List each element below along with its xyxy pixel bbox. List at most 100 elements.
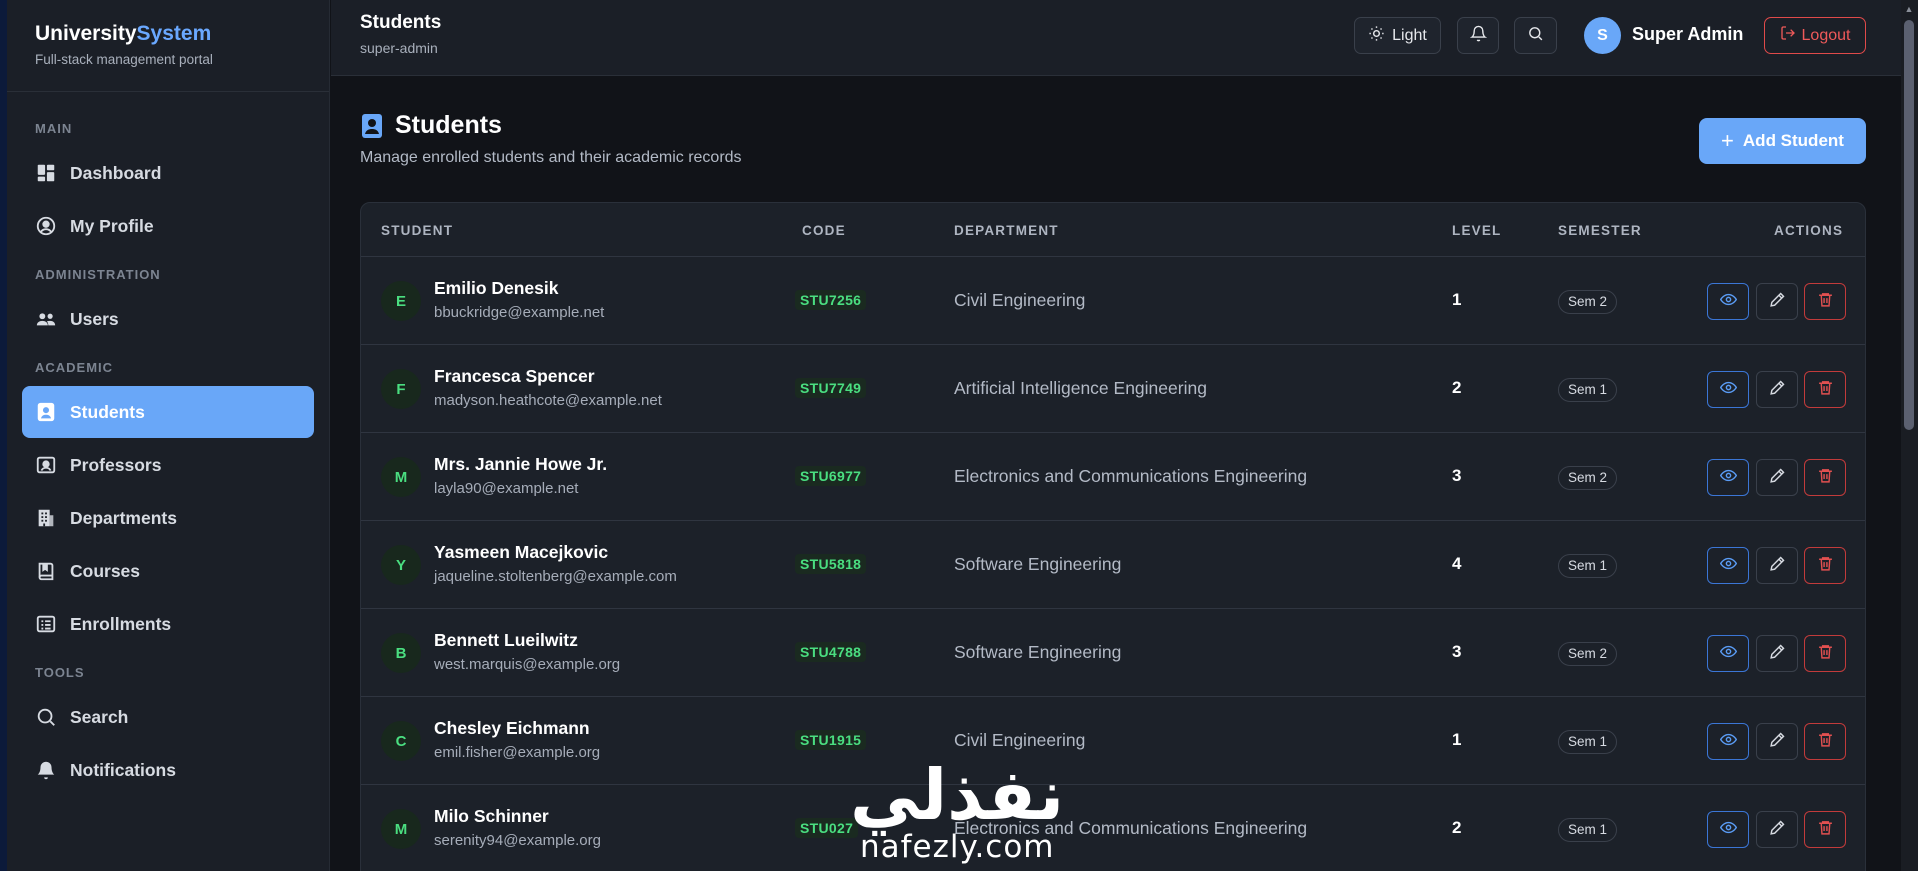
column-header-student[interactable]: STUDENT (381, 223, 453, 238)
pencil-icon (1769, 291, 1786, 313)
edit-button[interactable] (1756, 371, 1798, 408)
student-initial-avatar: E (381, 281, 421, 321)
brand: UniversitySystem Full-stack management p… (7, 0, 329, 92)
trash-icon (1817, 379, 1834, 401)
sidebar-item-courses[interactable]: Courses (22, 545, 314, 597)
pencil-icon (1769, 467, 1786, 489)
pencil-icon (1769, 379, 1786, 401)
student-department: Artificial Intelligence Engineering (954, 378, 1207, 398)
logout-button[interactable]: Logout (1764, 17, 1866, 54)
delete-button[interactable] (1804, 459, 1846, 496)
edit-button[interactable] (1756, 459, 1798, 496)
edit-button[interactable] (1756, 811, 1798, 848)
edit-button[interactable] (1756, 547, 1798, 584)
student-email: madyson.heathcote@example.net (434, 392, 662, 409)
theme-toggle-label: Light (1392, 26, 1427, 44)
sidebar-item-professors[interactable]: Professors (22, 439, 314, 491)
sidebar-item-users[interactable]: Users (22, 293, 314, 345)
sidebar-item-label: Dashboard (70, 162, 162, 183)
dashboard-icon (35, 162, 57, 184)
student-code-badge: STU027 (795, 818, 859, 838)
delete-button[interactable] (1804, 635, 1846, 672)
edit-button[interactable] (1756, 635, 1798, 672)
search-icon (1527, 25, 1544, 47)
sidebar-item-dashboard[interactable]: Dashboard (22, 147, 314, 199)
edit-button[interactable] (1756, 283, 1798, 320)
eye-icon (1719, 819, 1737, 841)
page-title: Students (395, 111, 502, 139)
view-button[interactable] (1707, 371, 1749, 408)
student-email: west.marquis@example.org (434, 656, 621, 673)
sidebar: UniversitySystem Full-stack management p… (7, 0, 330, 871)
delete-button[interactable] (1804, 811, 1846, 848)
delete-button[interactable] (1804, 547, 1846, 584)
add-student-button[interactable]: + Add Student (1699, 118, 1866, 164)
column-header-semester[interactable]: SEMESTER (1558, 223, 1642, 238)
pencil-icon (1769, 819, 1786, 841)
student-level: 4 (1452, 554, 1462, 573)
sidebar-item-notifications[interactable]: Notifications (22, 744, 314, 796)
eye-icon (1719, 291, 1737, 313)
delete-button[interactable] (1804, 371, 1846, 408)
scroll-up-arrow[interactable]: ▲ (1904, 4, 1914, 14)
delete-button[interactable] (1804, 283, 1846, 320)
sidebar-item-search[interactable]: Search (22, 691, 314, 743)
brand-title[interactable]: UniversitySystem (35, 22, 301, 46)
student-name: Mrs. Jannie Howe Jr. (434, 454, 608, 474)
window-edge (0, 0, 7, 871)
semester-badge: Sem 1 (1558, 730, 1618, 754)
student-name: Emilio Denesik (434, 278, 559, 298)
sidebar-item-enrollments[interactable]: Enrollments (22, 598, 314, 650)
search-button[interactable] (1514, 17, 1557, 54)
student-department: Electronics and Communications Engineeri… (954, 466, 1308, 486)
pencil-icon (1769, 555, 1786, 577)
sidebar-item-my-profile[interactable]: My Profile (22, 200, 314, 252)
notifications-button[interactable] (1457, 17, 1499, 54)
sidebar-item-label: My Profile (70, 215, 154, 236)
view-button[interactable] (1707, 723, 1749, 760)
view-button[interactable] (1707, 547, 1749, 584)
brand-title-accent: System (136, 22, 212, 45)
edit-button[interactable] (1756, 723, 1798, 760)
view-button[interactable] (1707, 635, 1749, 672)
student-email: emil.fisher@example.org (434, 744, 601, 761)
bell-icon (35, 759, 57, 781)
table-row: M Milo Schinner serenity94@example.org STU0… (361, 785, 1865, 871)
semester-badge: Sem 1 (1558, 554, 1618, 578)
logout-icon (1780, 25, 1796, 46)
header-title: Students (360, 12, 442, 33)
semester-badge: Sem 1 (1558, 818, 1618, 842)
brand-subtitle: Full-stack management portal (35, 52, 213, 67)
table-row: E Emilio Denesik bbuckridge@example.net STU… (361, 257, 1865, 345)
sidebar-item-students[interactable]: Students (22, 386, 314, 438)
sidebar-item-label: Search (70, 706, 129, 727)
semester-badge: Sem 2 (1558, 642, 1618, 666)
theme-toggle-button[interactable]: Light (1354, 17, 1441, 54)
view-button[interactable] (1707, 811, 1749, 848)
column-header-code[interactable]: CODE (802, 223, 846, 238)
delete-button[interactable] (1804, 723, 1846, 760)
student-department: Electronics and Communications Engineeri… (954, 818, 1308, 838)
view-button[interactable] (1707, 283, 1749, 320)
student-code-badge: STU6977 (795, 466, 867, 486)
student-level: 1 (1452, 730, 1462, 749)
table-row: Y Yasmeen Macejkovic jaqueline.stoltenberg… (361, 521, 1865, 609)
user-avatar[interactable]: S (1584, 17, 1621, 54)
students-table: STUDENT CODE DEPARTMENT LEVEL SEMESTER A… (360, 202, 1866, 871)
student-level: 1 (1452, 290, 1462, 309)
student-name: Bennett Lueilwitz (434, 630, 578, 650)
nav-section-academic: ACADEMIC (35, 360, 114, 375)
user-name[interactable]: Super Admin (1632, 24, 1743, 45)
student-initial-avatar: B (381, 633, 421, 673)
student-email: bbuckridge@example.net (434, 304, 605, 321)
scrollbar-thumb[interactable] (1904, 20, 1914, 430)
column-header-level[interactable]: LEVEL (1452, 223, 1502, 238)
view-button[interactable] (1707, 459, 1749, 496)
sidebar-item-label: Professors (70, 454, 162, 475)
nav-section-tools: TOOLS (35, 665, 85, 680)
sidebar-item-departments[interactable]: Departments (22, 492, 314, 544)
semester-badge: Sem 2 (1558, 290, 1618, 314)
column-header-department[interactable]: DEPARTMENT (954, 223, 1059, 238)
building-icon (35, 507, 57, 529)
trash-icon (1817, 555, 1834, 577)
